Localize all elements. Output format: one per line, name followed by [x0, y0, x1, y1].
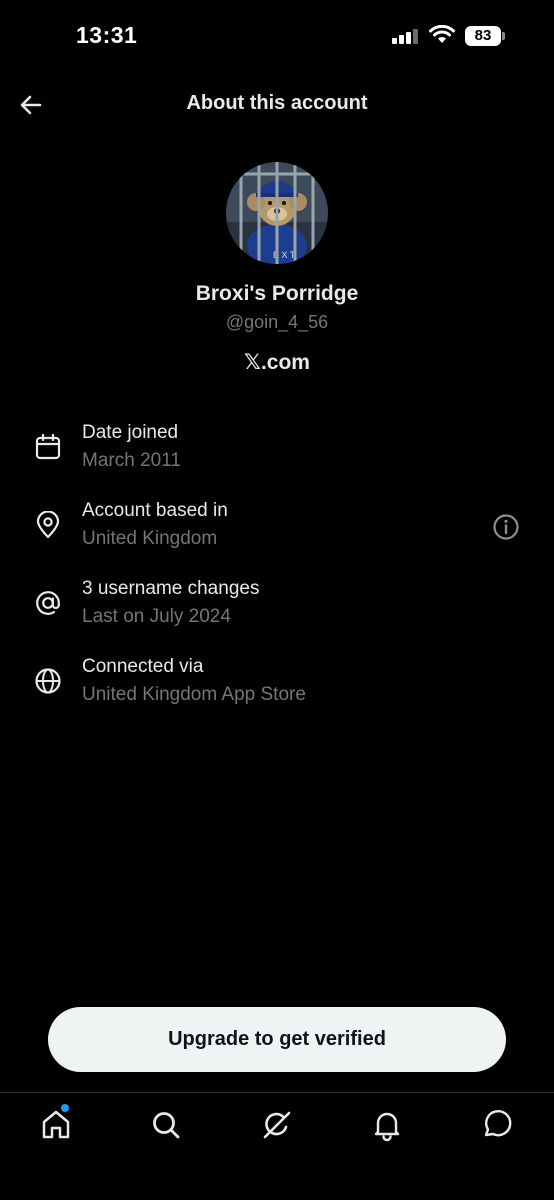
home-icon[interactable]	[39, 1108, 73, 1142]
display-name: Broxi's Porridge	[195, 282, 359, 305]
location-pin-icon	[36, 511, 60, 539]
globe-icon	[35, 668, 61, 694]
at-sign-icon	[36, 591, 60, 615]
avatar[interactable]: B X T	[226, 162, 328, 264]
grok-icon[interactable]	[260, 1108, 294, 1142]
info-title: Connected via	[82, 656, 204, 677]
search-icon[interactable]	[149, 1108, 183, 1142]
info-row-account-based-in: Account based in United Kingdom	[0, 500, 554, 564]
battery-level: 83	[465, 26, 501, 46]
messages-icon[interactable]	[481, 1108, 515, 1142]
avatar-image: B X T	[226, 162, 328, 264]
status-bar: 13:31 83	[0, 0, 554, 70]
header: About this account	[0, 80, 554, 130]
username-handle: @goin_4_56	[225, 312, 329, 332]
home-notification-badge	[61, 1104, 69, 1112]
info-subtitle: Last on July 2024	[82, 606, 231, 627]
upgrade-verified-button[interactable]: Upgrade to get verified	[48, 1007, 506, 1072]
info-icon[interactable]	[492, 513, 520, 541]
battery-nub	[502, 32, 505, 40]
bell-icon[interactable]	[370, 1108, 404, 1142]
calendar-icon	[35, 433, 61, 460]
info-row-username-changes: 3 username changes Last on July 2024	[0, 578, 554, 642]
bottom-nav-divider	[0, 1092, 554, 1093]
info-row-connected-via: Connected via United Kingdom App Store	[0, 656, 554, 720]
info-subtitle: March 2011	[82, 450, 181, 471]
cellular-signal-icon	[392, 29, 418, 44]
info-subtitle: United Kingdom App Store	[82, 684, 306, 705]
status-time: 13:31	[76, 22, 138, 48]
info-title: 3 username changes	[82, 578, 260, 599]
info-subtitle: United Kingdom	[82, 528, 218, 549]
info-row-date-joined: Date joined March 2011	[0, 422, 554, 486]
wifi-icon	[429, 25, 455, 43]
info-title: Date joined	[82, 422, 179, 443]
site-name: 𝕏.com	[244, 351, 310, 374]
page-title: About this account	[186, 92, 368, 114]
info-title: Account based in	[82, 500, 228, 521]
